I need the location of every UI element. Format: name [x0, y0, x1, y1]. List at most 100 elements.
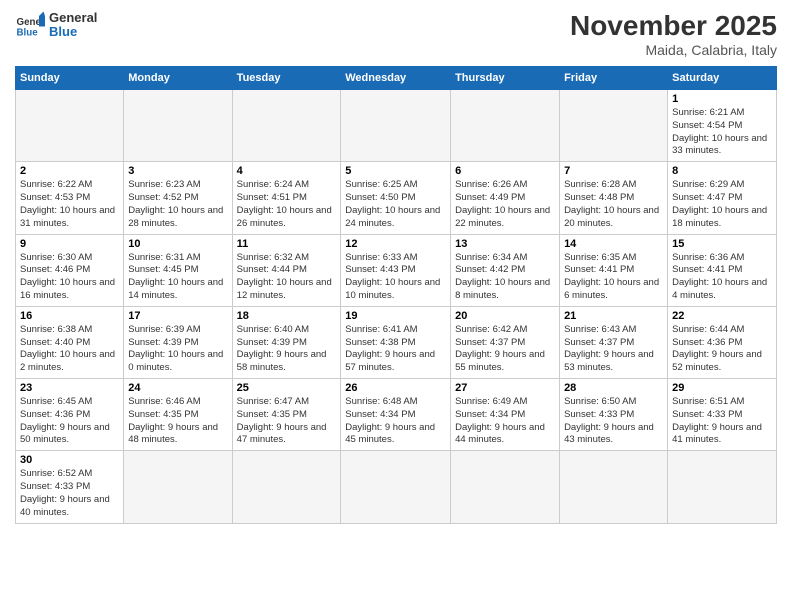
calendar-cell: 28 Sunrise: 6:50 AM Sunset: 4:33 PM Dayli… — [560, 379, 668, 451]
header: General Blue General Blue November 2025 … — [15, 10, 777, 58]
day-number: 9 — [20, 238, 119, 250]
calendar-cell: 21Sunrise: 6:43 AM Sunset: 4:37 PM Dayli… — [560, 306, 668, 378]
day-number: 26 — [345, 382, 446, 394]
day-info: Sunrise: 6:30 AM Sunset: 4:46 PM Dayligh… — [20, 252, 119, 303]
calendar-cell: 7 Sunrise: 6:28 AM Sunset: 4:48 PM Daylig… — [560, 162, 668, 234]
day-number: 24 — [128, 382, 227, 394]
calendar-cell: 26Sunrise: 6:48 AM Sunset: 4:34 PM Dayli… — [341, 379, 451, 451]
calendar-cell: 23Sunrise: 6:45 AM Sunset: 4:36 PM Dayli… — [16, 379, 124, 451]
svg-text:Blue: Blue — [17, 28, 39, 39]
weekday-header-wednesday: Wednesday — [341, 67, 451, 90]
logo-icon: General Blue — [15, 10, 45, 40]
calendar-cell: 9 Sunrise: 6:30 AM Sunset: 4:46 PM Daylig… — [16, 234, 124, 306]
day-info: Sunrise: 6:22 AM Sunset: 4:53 PM Dayligh… — [20, 179, 119, 230]
day-info: Sunrise: 6:39 AM Sunset: 4:39 PM Dayligh… — [128, 324, 227, 375]
calendar-cell — [341, 451, 451, 523]
day-info: Sunrise: 6:25 AM Sunset: 4:50 PM Dayligh… — [345, 179, 446, 230]
calendar-row-5: 23Sunrise: 6:45 AM Sunset: 4:36 PM Dayli… — [16, 379, 777, 451]
day-info: Sunrise: 6:32 AM Sunset: 4:44 PM Dayligh… — [237, 252, 337, 303]
weekday-header-thursday: Thursday — [451, 67, 560, 90]
calendar-cell: 1 Sunrise: 6:21 AM Sunset: 4:54 PM Daylig… — [668, 90, 777, 162]
calendar-cell — [232, 90, 341, 162]
calendar-cell: 19Sunrise: 6:41 AM Sunset: 4:38 PM Dayli… — [341, 306, 451, 378]
day-number: 13 — [455, 238, 555, 250]
calendar-cell — [560, 90, 668, 162]
day-number: 1 — [672, 93, 772, 105]
calendar-cell — [124, 451, 232, 523]
day-info: Sunrise: 6:50 AM Sunset: 4:33 PM Dayligh… — [564, 396, 663, 447]
day-info: Sunrise: 6:44 AM Sunset: 4:36 PM Dayligh… — [672, 324, 772, 375]
calendar-cell: 17 Sunrise: 6:39 AM Sunset: 4:39 PM Dayli… — [124, 306, 232, 378]
month-title: November 2025 — [570, 10, 777, 42]
calendar-cell: 24 Sunrise: 6:46 AM Sunset: 4:35 PM Dayli… — [124, 379, 232, 451]
calendar-cell — [232, 451, 341, 523]
day-info: Sunrise: 6:24 AM Sunset: 4:51 PM Dayligh… — [237, 179, 337, 230]
calendar-cell: 14Sunrise: 6:35 AM Sunset: 4:41 PM Dayli… — [560, 234, 668, 306]
day-info: Sunrise: 6:45 AM Sunset: 4:36 PM Dayligh… — [20, 396, 119, 447]
calendar-row-3: 9 Sunrise: 6:30 AM Sunset: 4:46 PM Daylig… — [16, 234, 777, 306]
logo-general: General — [49, 11, 97, 25]
day-info: Sunrise: 6:41 AM Sunset: 4:38 PM Dayligh… — [345, 324, 446, 375]
day-number: 18 — [237, 310, 337, 322]
calendar-cell: 4 Sunrise: 6:24 AM Sunset: 4:51 PM Daylig… — [232, 162, 341, 234]
calendar-cell: 3 Sunrise: 6:23 AM Sunset: 4:52 PM Daylig… — [124, 162, 232, 234]
day-number: 2 — [20, 165, 119, 177]
day-info: Sunrise: 6:21 AM Sunset: 4:54 PM Dayligh… — [672, 107, 772, 158]
calendar-cell: 13 Sunrise: 6:34 AM Sunset: 4:42 PM Dayli… — [451, 234, 560, 306]
day-info: Sunrise: 6:36 AM Sunset: 4:41 PM Dayligh… — [672, 252, 772, 303]
calendar-cell: 6Sunrise: 6:26 AM Sunset: 4:49 PM Daylig… — [451, 162, 560, 234]
day-number: 8 — [672, 165, 772, 177]
day-number: 30 — [20, 454, 119, 466]
calendar-cell — [451, 90, 560, 162]
day-number: 28 — [564, 382, 663, 394]
day-info: Sunrise: 6:34 AM Sunset: 4:42 PM Dayligh… — [455, 252, 555, 303]
calendar-row-4: 16Sunrise: 6:38 AM Sunset: 4:40 PM Dayli… — [16, 306, 777, 378]
day-info: Sunrise: 6:46 AM Sunset: 4:35 PM Dayligh… — [128, 396, 227, 447]
day-number: 20 — [455, 310, 555, 322]
logo: General Blue General Blue — [15, 10, 97, 40]
day-number: 12 — [345, 238, 446, 250]
calendar-cell: 11 Sunrise: 6:32 AM Sunset: 4:44 PM Dayli… — [232, 234, 341, 306]
calendar-cell — [341, 90, 451, 162]
day-info: Sunrise: 6:28 AM Sunset: 4:48 PM Dayligh… — [564, 179, 663, 230]
day-number: 10 — [128, 238, 227, 250]
day-number: 3 — [128, 165, 227, 177]
day-number: 11 — [237, 238, 337, 250]
day-info: Sunrise: 6:52 AM Sunset: 4:33 PM Dayligh… — [20, 468, 119, 519]
calendar-cell — [668, 451, 777, 523]
title-block: November 2025 Maida, Calabria, Italy — [570, 10, 777, 58]
day-info: Sunrise: 6:35 AM Sunset: 4:41 PM Dayligh… — [564, 252, 663, 303]
calendar-cell: 25Sunrise: 6:47 AM Sunset: 4:35 PM Dayli… — [232, 379, 341, 451]
calendar-cell: 20 Sunrise: 6:42 AM Sunset: 4:37 PM Dayli… — [451, 306, 560, 378]
calendar-cell: 27Sunrise: 6:49 AM Sunset: 4:34 PM Dayli… — [451, 379, 560, 451]
calendar-cell — [451, 451, 560, 523]
day-info: Sunrise: 6:47 AM Sunset: 4:35 PM Dayligh… — [237, 396, 337, 447]
calendar-row-1: 1 Sunrise: 6:21 AM Sunset: 4:54 PM Daylig… — [16, 90, 777, 162]
day-info: Sunrise: 6:31 AM Sunset: 4:45 PM Dayligh… — [128, 252, 227, 303]
page: General Blue General Blue November 2025 … — [0, 0, 792, 612]
day-number: 7 — [564, 165, 663, 177]
day-info: Sunrise: 6:33 AM Sunset: 4:43 PM Dayligh… — [345, 252, 446, 303]
day-info: Sunrise: 6:40 AM Sunset: 4:39 PM Dayligh… — [237, 324, 337, 375]
calendar-cell: 30 Sunrise: 6:52 AM Sunset: 4:33 PM Dayli… — [16, 451, 124, 523]
location: Maida, Calabria, Italy — [570, 42, 777, 58]
day-number: 29 — [672, 382, 772, 394]
day-number: 15 — [672, 238, 772, 250]
day-number: 17 — [128, 310, 227, 322]
calendar-table: SundayMondayTuesdayWednesdayThursdayFrid… — [15, 66, 777, 524]
day-number: 4 — [237, 165, 337, 177]
calendar-cell: 16Sunrise: 6:38 AM Sunset: 4:40 PM Dayli… — [16, 306, 124, 378]
calendar-cell: 12 Sunrise: 6:33 AM Sunset: 4:43 PM Dayli… — [341, 234, 451, 306]
day-info: Sunrise: 6:51 AM Sunset: 4:33 PM Dayligh… — [672, 396, 772, 447]
day-info: Sunrise: 6:26 AM Sunset: 4:49 PM Dayligh… — [455, 179, 555, 230]
calendar-cell: 8Sunrise: 6:29 AM Sunset: 4:47 PM Daylig… — [668, 162, 777, 234]
calendar-cell: 5Sunrise: 6:25 AM Sunset: 4:50 PM Daylig… — [341, 162, 451, 234]
day-info: Sunrise: 6:42 AM Sunset: 4:37 PM Dayligh… — [455, 324, 555, 375]
calendar-cell: 10 Sunrise: 6:31 AM Sunset: 4:45 PM Dayli… — [124, 234, 232, 306]
day-info: Sunrise: 6:23 AM Sunset: 4:52 PM Dayligh… — [128, 179, 227, 230]
day-info: Sunrise: 6:38 AM Sunset: 4:40 PM Dayligh… — [20, 324, 119, 375]
day-number: 22 — [672, 310, 772, 322]
weekday-header-sunday: Sunday — [16, 67, 124, 90]
logo-blue: Blue — [49, 25, 97, 39]
calendar-cell — [16, 90, 124, 162]
